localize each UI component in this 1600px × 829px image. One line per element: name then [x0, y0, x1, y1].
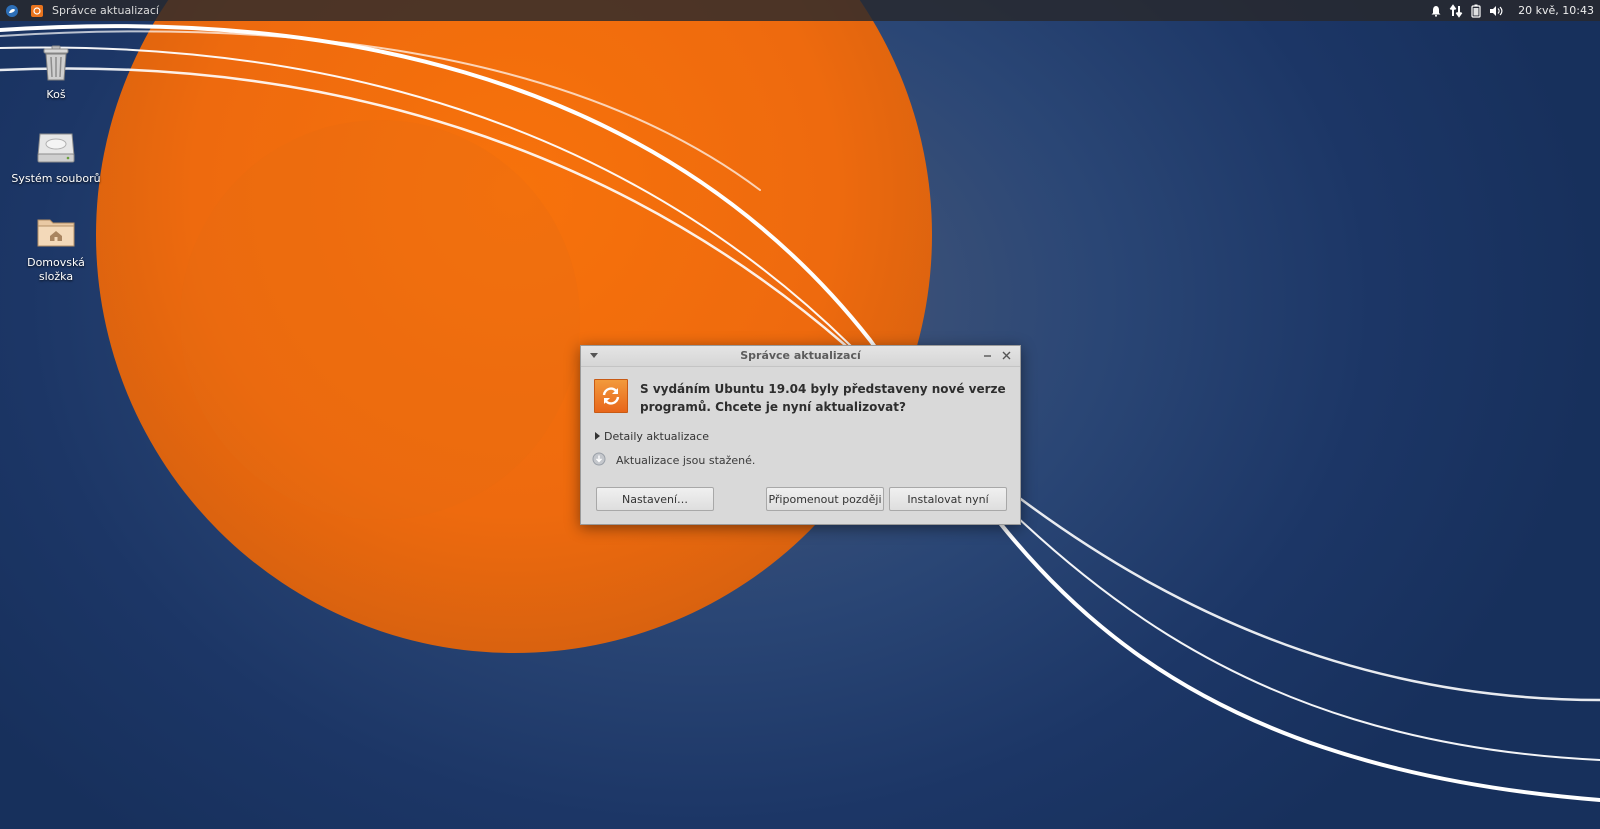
- details-expander[interactable]: Detaily aktualizace: [595, 429, 709, 443]
- desktop: Správce aktualizací 20 kvě, 10:43 Koš Sy…: [0, 0, 1600, 829]
- desktop-icon-filesystem[interactable]: Systém souborů: [8, 126, 104, 186]
- drive-icon: [32, 126, 80, 168]
- details-expander-label: Detaily aktualizace: [604, 429, 709, 443]
- desktop-icon-label: Koš: [46, 88, 66, 101]
- system-tray: 20 kvě, 10:43: [1428, 0, 1600, 21]
- download-status: Aktualizace jsou stažené.: [592, 452, 755, 468]
- dialog-message: S vydáním Ubuntu 19.04 byly představeny …: [640, 382, 1006, 414]
- minimize-icon[interactable]: [981, 349, 994, 362]
- taskbar-item-update-manager[interactable]: Správce aktualizací: [26, 0, 159, 21]
- close-icon[interactable]: [1000, 349, 1013, 362]
- download-icon: [592, 452, 606, 469]
- whisker-menu-icon[interactable]: [3, 2, 20, 19]
- taskbar-item-label: Správce aktualizací: [52, 4, 159, 17]
- battery-icon[interactable]: [1468, 3, 1484, 19]
- panel-clock[interactable]: 20 kvě, 10:43: [1518, 4, 1594, 17]
- trash-icon: [32, 42, 80, 84]
- dialog-title: Správce aktualizací: [740, 349, 861, 362]
- top-panel: Správce aktualizací 20 kvě, 10:43: [0, 0, 1600, 21]
- notification-bell-icon[interactable]: [1428, 3, 1444, 19]
- volume-icon[interactable]: [1488, 3, 1504, 19]
- install-now-button[interactable]: Instalovat nyní: [889, 487, 1007, 511]
- download-status-text: Aktualizace jsou stažené.: [616, 453, 756, 467]
- update-manager-icon: [31, 4, 43, 17]
- dialog-titlebar[interactable]: Správce aktualizací: [581, 346, 1020, 367]
- software-update-icon: [594, 379, 628, 413]
- desktop-icon-label: Systém souborů: [11, 172, 101, 185]
- home-folder-icon: [32, 210, 80, 252]
- desktop-icon-label: Domovská složka: [27, 256, 85, 283]
- network-transfer-icon[interactable]: [1448, 3, 1464, 19]
- expander-arrow-icon: [595, 430, 600, 443]
- update-manager-dialog: Správce aktualizací S vydáním Ubuntu 19.…: [580, 345, 1021, 525]
- wallpaper-circle-shade: [180, 120, 580, 520]
- settings-button[interactable]: Nastavení…: [596, 487, 714, 511]
- desktop-icon-home[interactable]: Domovská složka: [8, 210, 104, 284]
- remind-later-button[interactable]: Připomenout později: [766, 487, 884, 511]
- desktop-icon-trash[interactable]: Koš: [8, 42, 104, 102]
